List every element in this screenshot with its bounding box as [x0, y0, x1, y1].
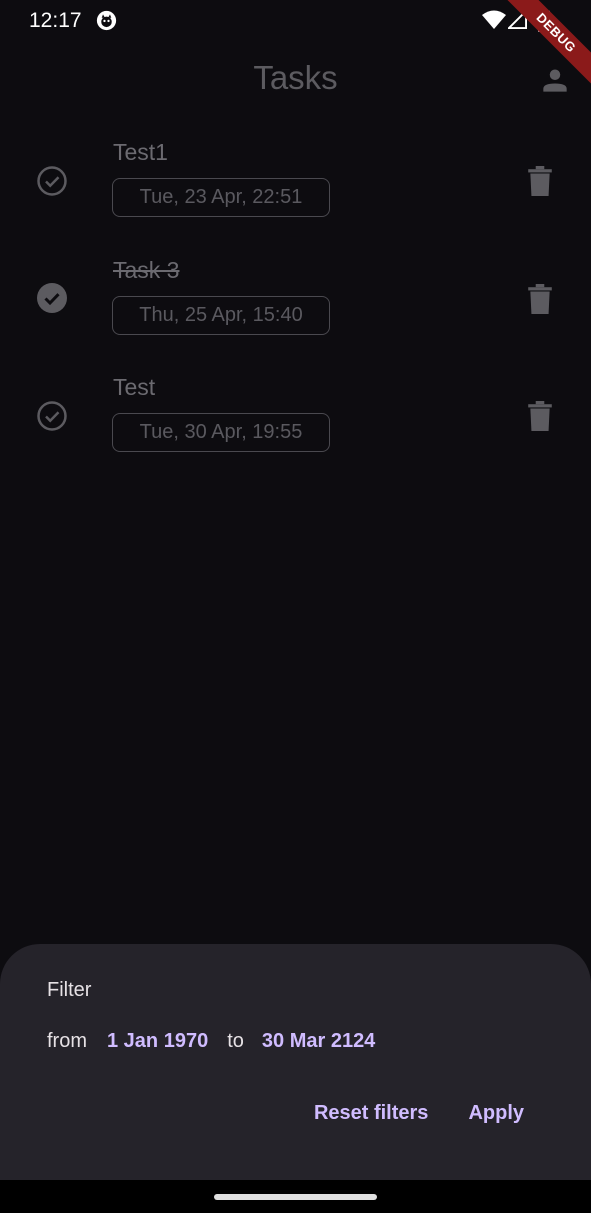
home-indicator[interactable]	[214, 1194, 377, 1200]
task-title: Task 3	[113, 257, 180, 283]
to-date-button[interactable]: 30 Mar 2124	[262, 1030, 375, 1053]
date-range-row: from 1 Jan 1970 to 30 Mar 2124	[47, 1030, 375, 1053]
task-title: Test1	[113, 139, 168, 165]
to-label: to	[227, 1030, 244, 1052]
battery-icon	[538, 8, 550, 32]
signal-icon	[508, 10, 527, 29]
delete-icon[interactable]	[527, 284, 553, 314]
task-date-chip[interactable]: Thu, 25 Apr, 15:40	[112, 296, 330, 335]
notification-app-icon	[96, 10, 117, 31]
wifi-icon	[482, 10, 506, 29]
check-circle-filled-icon[interactable]	[36, 282, 68, 314]
check-circle-outline-icon[interactable]	[36, 165, 68, 197]
task-row[interactable]: Test Tue, 30 Apr, 19:55	[0, 374, 591, 484]
delete-icon[interactable]	[527, 401, 553, 431]
apply-button[interactable]: Apply	[468, 1102, 524, 1125]
task-date-chip[interactable]: Tue, 30 Apr, 19:55	[112, 413, 330, 452]
filter-bottom-sheet: Filter from 1 Jan 1970 to 30 Mar 2124 Re…	[0, 944, 591, 1180]
task-date-chip[interactable]: Tue, 23 Apr, 22:51	[112, 178, 330, 217]
delete-icon[interactable]	[527, 166, 553, 196]
status-time: 12:17	[29, 9, 82, 32]
status-bar: 12:17	[0, 0, 591, 42]
page-title: Tasks	[253, 59, 338, 96]
task-row[interactable]: Task 3 Thu, 25 Apr, 15:40	[0, 257, 591, 367]
task-row[interactable]: Test1 Tue, 23 Apr, 22:51	[0, 139, 591, 249]
reset-filters-button[interactable]: Reset filters	[314, 1102, 429, 1125]
filter-title: Filter	[47, 979, 92, 1001]
from-date-button[interactable]: 1 Jan 1970	[107, 1030, 208, 1053]
task-title: Test	[113, 374, 156, 400]
profile-icon[interactable]	[541, 66, 569, 94]
check-circle-outline-icon[interactable]	[36, 400, 68, 432]
filter-actions: Reset filters Apply	[314, 1102, 524, 1125]
system-navigation-bar	[0, 1180, 591, 1213]
from-label: from	[47, 1030, 87, 1052]
app-bar: Tasks	[0, 42, 591, 118]
